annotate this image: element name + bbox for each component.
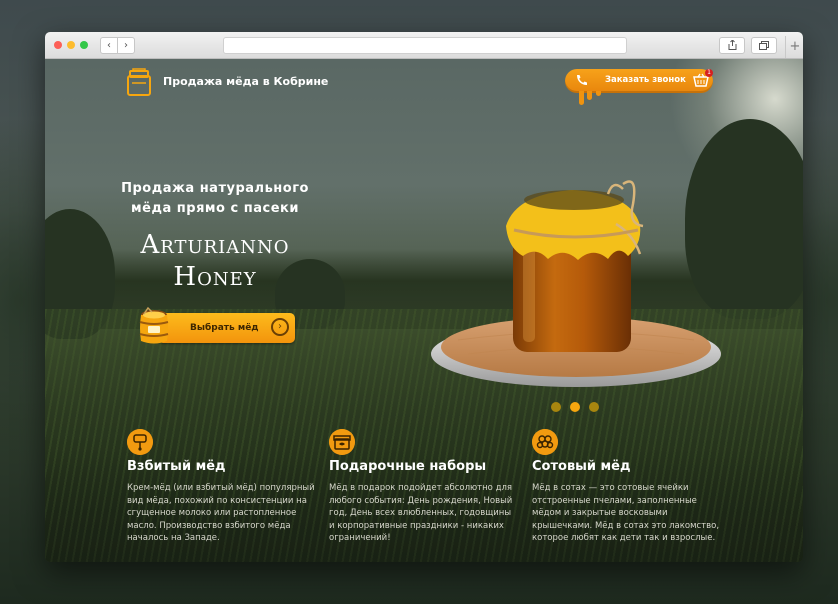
share-button[interactable] bbox=[719, 37, 745, 54]
browser-window: ‹ › + Продажа мёда в Кобрине Заказать зв… bbox=[45, 32, 803, 562]
site-brand[interactable]: Продажа мёда в Кобрине bbox=[163, 75, 328, 88]
hero-title-line: Honey bbox=[173, 262, 257, 292]
share-icon bbox=[728, 39, 736, 50]
slider-dot-active[interactable] bbox=[570, 402, 580, 412]
address-bar[interactable] bbox=[223, 37, 627, 54]
hero-title-line: Arturianno bbox=[140, 230, 290, 260]
order-call-button[interactable]: Заказать звонок 1 bbox=[565, 67, 715, 105]
browser-toolbar: ‹ › + bbox=[45, 32, 803, 59]
honeycomb-icon bbox=[532, 429, 558, 455]
whisk-icon bbox=[127, 429, 153, 455]
feature-description: Мёд в сотах — это сотовые ячейки отстрое… bbox=[532, 483, 720, 543]
zoom-window-button[interactable] bbox=[80, 41, 88, 49]
cart-count-badge: 1 bbox=[705, 69, 713, 77]
back-button[interactable]: ‹ bbox=[100, 37, 118, 54]
honey-barrel-icon bbox=[139, 306, 169, 344]
new-tab-button[interactable]: + bbox=[785, 36, 803, 58]
slider-dot[interactable] bbox=[551, 402, 561, 412]
feature-title: Подарочные наборы bbox=[329, 459, 487, 474]
minimize-window-button[interactable] bbox=[67, 41, 75, 49]
hero-tagline-line: Продажа натурального bbox=[121, 181, 309, 196]
order-call-label: Заказать звонок bbox=[605, 75, 686, 85]
honey-drip bbox=[596, 91, 601, 96]
arrow-right-icon: › bbox=[271, 318, 289, 336]
slider-dot[interactable] bbox=[589, 402, 599, 412]
feature-description: Крем-мёд (или взбитый мёд) популярный ви… bbox=[127, 483, 315, 543]
gift-box-icon bbox=[329, 429, 355, 455]
honey-jar-logo-icon[interactable] bbox=[125, 67, 155, 97]
phone-icon bbox=[577, 75, 587, 85]
forward-button[interactable]: › bbox=[117, 37, 135, 54]
honey-jar-product-image bbox=[431, 180, 721, 387]
hero-tagline: Продажа натурального мёда прямо с пасеки bbox=[105, 179, 325, 219]
choose-honey-label: Выбрать мёд bbox=[190, 323, 259, 333]
feature-title: Взбитый мёд bbox=[127, 459, 226, 474]
feature-description: Мёд в подарок подойдет абсолютно для люб… bbox=[329, 483, 513, 543]
honey-drip bbox=[579, 91, 584, 105]
feature-title: Сотовый мёд bbox=[532, 459, 631, 474]
hero-tagline-line: мёда прямо с пасеки bbox=[131, 201, 299, 216]
honey-drip bbox=[587, 91, 592, 100]
tabs-button[interactable] bbox=[751, 37, 777, 54]
web-page: Продажа мёда в Кобрине Заказать звонок 1… bbox=[45, 59, 803, 562]
close-window-button[interactable] bbox=[54, 41, 62, 49]
hero-title: Arturianno Honey bbox=[105, 229, 325, 293]
tabs-icon bbox=[759, 41, 769, 50]
choose-honey-button[interactable]: Выбрать мёд › bbox=[138, 306, 298, 346]
